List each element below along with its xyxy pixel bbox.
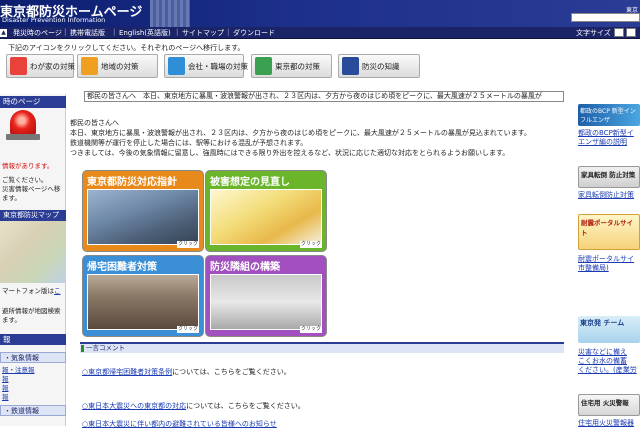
notice-text: 鉄道機関等が運行を停止した場合には、駅等における混乱が予想されます。 <box>70 139 308 147</box>
nav-sitemap[interactable]: サイトマップ <box>182 28 224 38</box>
nav-separator: | <box>113 28 116 36</box>
notice-text: 都民の皆さんへ <box>70 119 119 127</box>
evacuee-notice-link[interactable]: ○東日本大震災に伴い都内の避難されている皆様へのお知らせ <box>82 420 277 428</box>
community-icon <box>81 57 98 75</box>
icon-knowledge-button[interactable]: 防災の知識 <box>338 54 420 78</box>
bcp-banner[interactable]: 都政のBCP 新型インフルエンザ <box>578 104 640 126</box>
comment-section-header: 一言コメント <box>80 342 564 353</box>
team-photo <box>210 274 322 330</box>
weather-link[interactable]: 報 <box>2 391 9 401</box>
font-size-label: 文字サイズ <box>576 29 611 37</box>
icon-community-button[interactable]: 地域の対策 <box>77 54 158 78</box>
nav-separator: | <box>176 28 179 36</box>
notice-text: 本日、東京地方に暴風・波浪警報が出され、２３区内は、夕方から夜のはじめ頃をピーク… <box>70 129 531 137</box>
link-row: ○東日本大震災に伴い都内の避難されている皆様へのお知らせ <box>82 419 277 429</box>
tile-damage-estimate[interactable]: 被害想定の見直し クリック <box>205 170 327 252</box>
earthquake-response-link[interactable]: ○東日本大震災への東京都の対応 <box>82 402 186 410</box>
tile-response-guideline[interactable]: 東京都防災対応指針 クリック <box>82 170 204 252</box>
tile-stranded-commuters[interactable]: 帰宅困難者対策 クリック <box>82 255 204 337</box>
crowd-photo <box>87 274 199 330</box>
map-model-image <box>210 189 322 245</box>
font-size-small-button[interactable] <box>614 28 624 37</box>
team-banner[interactable]: 東京発 チーム <box>578 316 640 343</box>
tile-neighborhood-groups[interactable]: 防災隣組の構築 クリック <box>205 255 327 337</box>
bcp-link[interactable]: エンザ編の説明 <box>578 137 640 147</box>
site-subtitle: Disaster Prevention Information <box>2 16 106 24</box>
font-size-large-button[interactable] <box>626 28 636 37</box>
nav-home-icon[interactable]: ▲ <box>0 29 7 37</box>
house-icon <box>10 57 27 75</box>
link-row: ○東京都帰宅困難者対策条例については、こちらをご覧ください。 <box>82 368 291 376</box>
book-icon <box>342 57 359 75</box>
siren-base <box>6 134 40 140</box>
map-thumbnail[interactable] <box>0 221 66 283</box>
fire-alarm-link[interactable]: 住宅用火災警報器 <box>578 418 640 428</box>
nav-disaster-page[interactable]: 発災時のページ <box>13 28 62 38</box>
icon-my-home-button[interactable]: わが家の対策 <box>6 54 75 78</box>
alert-text[interactable]: 情報があります。 <box>2 160 66 170</box>
link-row: ○東日本大震災への東京都の対応については、こちらをご覧ください。 <box>82 402 305 410</box>
sidebar-info-heading: 報 <box>0 334 66 345</box>
icon-tokyo-button[interactable]: 東京都の対策 <box>251 54 332 78</box>
icon-workplace-button[interactable]: 会社・職場の対策 <box>164 54 248 78</box>
site-header: 東京都防災ホームページ Disaster Prevention Informat… <box>0 0 640 27</box>
seismic-link[interactable]: 市整備局) <box>578 263 640 273</box>
news-ticker: 都民の皆さんへ 本日、東京地方に暴風・波浪警報が出され、２３区内は、夕方から夜の… <box>84 91 564 102</box>
sidebar-text: マートフォン版はこ <box>2 287 61 295</box>
sidebar-rail-heading: ・鉄道情報 <box>0 405 66 416</box>
notice-text: つきましては、今後の気象情報に留意し、強風時にはできる限り外出を控えるなど、状況… <box>70 149 510 157</box>
furniture-banner[interactable]: 家具転倒 防止対策 <box>578 166 640 188</box>
sidebar-weather-heading: ・気象情報 <box>0 352 66 363</box>
nav-separator: | <box>227 28 230 36</box>
government-icon <box>255 57 272 75</box>
fire-alarm-banner[interactable]: 住宅用 火災警報 <box>578 394 640 416</box>
seismic-banner[interactable]: 耐震ポータルサイト <box>578 214 640 250</box>
nav-mobile[interactable]: 携帯電話版 <box>70 28 105 38</box>
map-link[interactable]: こ <box>54 287 61 295</box>
office-icon <box>168 57 185 75</box>
nav-separator: | <box>64 28 67 36</box>
sidebar-text: ます。 <box>2 194 21 202</box>
rescue-photo <box>87 189 199 245</box>
sidebar-map-heading[interactable]: 東京都防災マップ <box>0 210 66 221</box>
furniture-link[interactable]: 家具転倒防止対策 <box>578 190 640 200</box>
sidebar-disaster-heading[interactable]: 時のページ <box>0 96 66 108</box>
siren-icon[interactable] <box>10 110 36 136</box>
sidebar-text: ます。 <box>2 316 21 324</box>
water-link[interactable]: ください。(産業労 <box>578 365 640 375</box>
ordinance-link[interactable]: ○東京都帰宅困難者対策条例 <box>82 368 172 376</box>
green-bar-icon <box>81 345 84 352</box>
icon-instruction: 下記のアイコンをクリックしてください。それぞれのページへ移行します。 <box>8 44 245 52</box>
nav-english[interactable]: English(英語版) <box>119 28 171 38</box>
search-input[interactable] <box>571 13 640 22</box>
nav-download[interactable]: ダウンロード <box>233 28 275 38</box>
building-image <box>150 0 190 27</box>
global-nav: ▲ 発災時のページ | 携帯電話版 | English(英語版) | サイトマッ… <box>0 27 640 39</box>
